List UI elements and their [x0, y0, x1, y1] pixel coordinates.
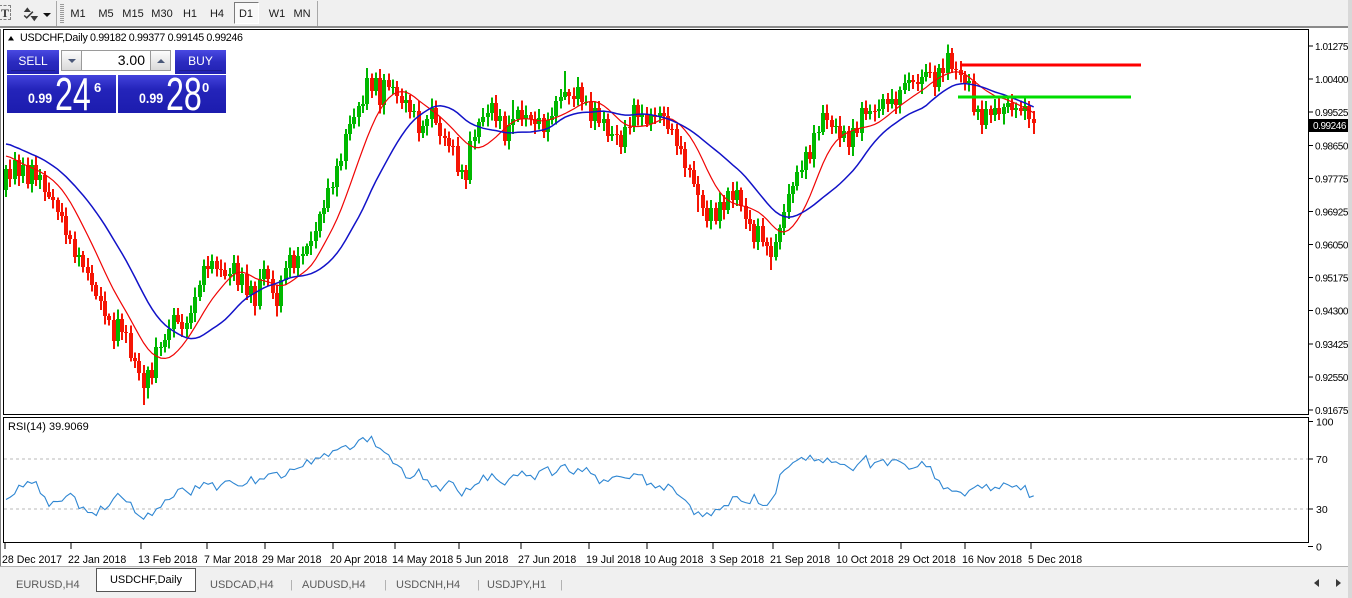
svg-text:20 Apr 2018: 20 Apr 2018 [330, 554, 387, 566]
svg-text:0.93425: 0.93425 [1315, 340, 1349, 351]
svg-text:10 Oct 2018: 10 Oct 2018 [836, 554, 894, 566]
svg-text:10 Aug 2018: 10 Aug 2018 [644, 554, 704, 566]
svg-text:1.01275: 1.01275 [1315, 42, 1349, 53]
svg-text:16 Nov 2018: 16 Nov 2018 [962, 554, 1022, 566]
svg-text:USDCHF,Daily: USDCHF,Daily [20, 32, 89, 44]
svg-text:5 Dec 2018: 5 Dec 2018 [1028, 554, 1082, 566]
svg-text:19 Jul 2018: 19 Jul 2018 [586, 554, 641, 566]
svg-text:70: 70 [1316, 454, 1328, 466]
svg-text:29 Oct 2018: 29 Oct 2018 [898, 554, 956, 566]
svg-text:13 Feb 2018: 13 Feb 2018 [138, 554, 198, 566]
svg-text:3 Sep 2018: 3 Sep 2018 [710, 554, 764, 566]
svg-text:1.00400: 1.00400 [1315, 75, 1349, 86]
svg-text:0.96925: 0.96925 [1315, 208, 1349, 219]
svg-text:0.95175: 0.95175 [1315, 274, 1349, 285]
svg-text:0.99182 0.99377 0.99145 0.9924: 0.99182 0.99377 0.99145 0.99246 [90, 32, 243, 44]
svg-text:0: 0 [1316, 542, 1322, 554]
svg-text:100: 100 [1316, 417, 1334, 429]
svg-text:29 Mar 2018: 29 Mar 2018 [262, 554, 322, 566]
svg-text:5 Jun 2018: 5 Jun 2018 [456, 554, 509, 566]
svg-text:30: 30 [1316, 504, 1328, 516]
svg-text:22 Jan 2018: 22 Jan 2018 [68, 554, 126, 566]
svg-text:0.96050: 0.96050 [1315, 241, 1349, 252]
svg-text:0.98650: 0.98650 [1315, 141, 1349, 152]
svg-text:0.97775: 0.97775 [1315, 174, 1349, 185]
svg-text:7 Mar 2018: 7 Mar 2018 [204, 554, 258, 566]
svg-text:14 May 2018: 14 May 2018 [392, 554, 453, 566]
svg-text:0.99246: 0.99246 [1313, 121, 1347, 132]
svg-text:21 Sep 2018: 21 Sep 2018 [770, 554, 830, 566]
svg-text:RSI(14) 39.9069: RSI(14) 39.9069 [8, 421, 89, 433]
svg-text:28 Dec 2017: 28 Dec 2017 [2, 554, 62, 566]
svg-text:0.94300: 0.94300 [1315, 307, 1349, 318]
svg-text:0.92550: 0.92550 [1315, 373, 1349, 384]
svg-text:0.91675: 0.91675 [1315, 406, 1349, 417]
svg-text:27 Jun 2018: 27 Jun 2018 [518, 554, 576, 566]
svg-text:0.99525: 0.99525 [1315, 108, 1349, 119]
